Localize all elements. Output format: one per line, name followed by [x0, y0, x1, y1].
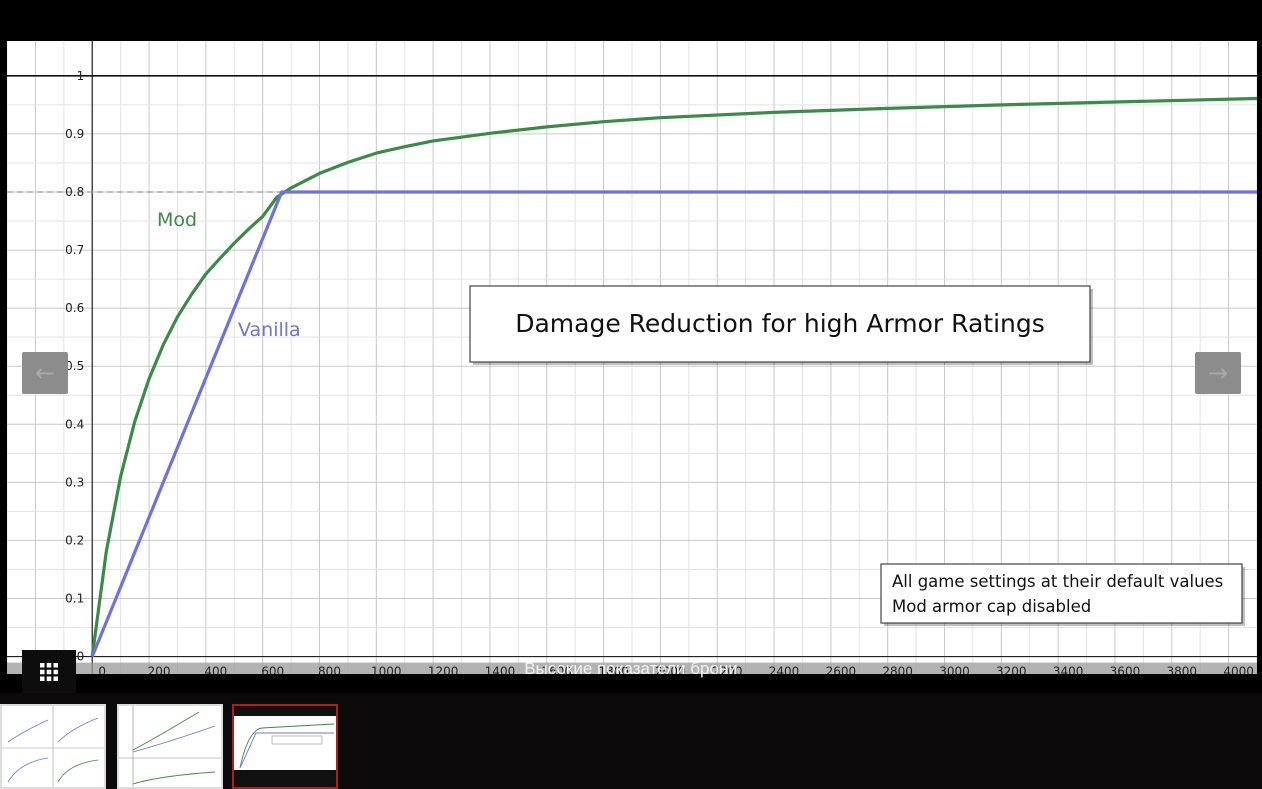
series-label-vanilla: Vanilla: [238, 319, 301, 341]
thumbnail-2-preview: [119, 706, 221, 787]
note-line-1: All game settings at their default value…: [892, 572, 1223, 591]
note-line-2: Mod armor cap disabled: [892, 597, 1091, 616]
y-tick-label: 0.7: [65, 243, 84, 257]
arrow-right-icon: →: [1207, 359, 1229, 387]
series-label-mod: Mod: [157, 209, 197, 231]
thumbnail-strip: [0, 693, 1262, 789]
y-tick-label: 1: [77, 69, 85, 83]
next-image-button[interactable]: →: [1195, 352, 1241, 394]
y-tick-label: 0.8: [65, 185, 84, 199]
chart-title-box: Damage Reduction for high Armor Ratings: [469, 285, 1093, 365]
thumbnail-2[interactable]: [117, 704, 223, 789]
y-tick-label: 0.9: [65, 127, 84, 141]
previous-image-button[interactable]: ←: [22, 352, 68, 394]
arrow-left-icon: ←: [34, 359, 56, 387]
y-tick-label: 0.6: [65, 301, 84, 315]
thumbnail-3-current[interactable]: [232, 704, 338, 789]
y-tick-label: 0.3: [65, 475, 84, 489]
image-viewer: -200020040060080010001200140016001800200…: [0, 0, 1262, 789]
y-tick-label: 0.2: [65, 533, 84, 547]
y-tick-label: 0.1: [65, 592, 84, 606]
thumbnail-3-preview: [234, 716, 336, 770]
image-caption: Высокие показатели брони: [524, 659, 738, 678]
chart-note-box: All game settings at their default value…: [880, 563, 1245, 626]
chart-title: Damage Reduction for high Armor Ratings: [515, 309, 1045, 338]
thumbnail-1-preview: [2, 706, 104, 787]
damage-reduction-chart: -200020040060080010001200140016001800200…: [7, 41, 1257, 674]
y-tick-label: 0.4: [65, 417, 84, 431]
thumbnail-1[interactable]: [0, 704, 106, 789]
